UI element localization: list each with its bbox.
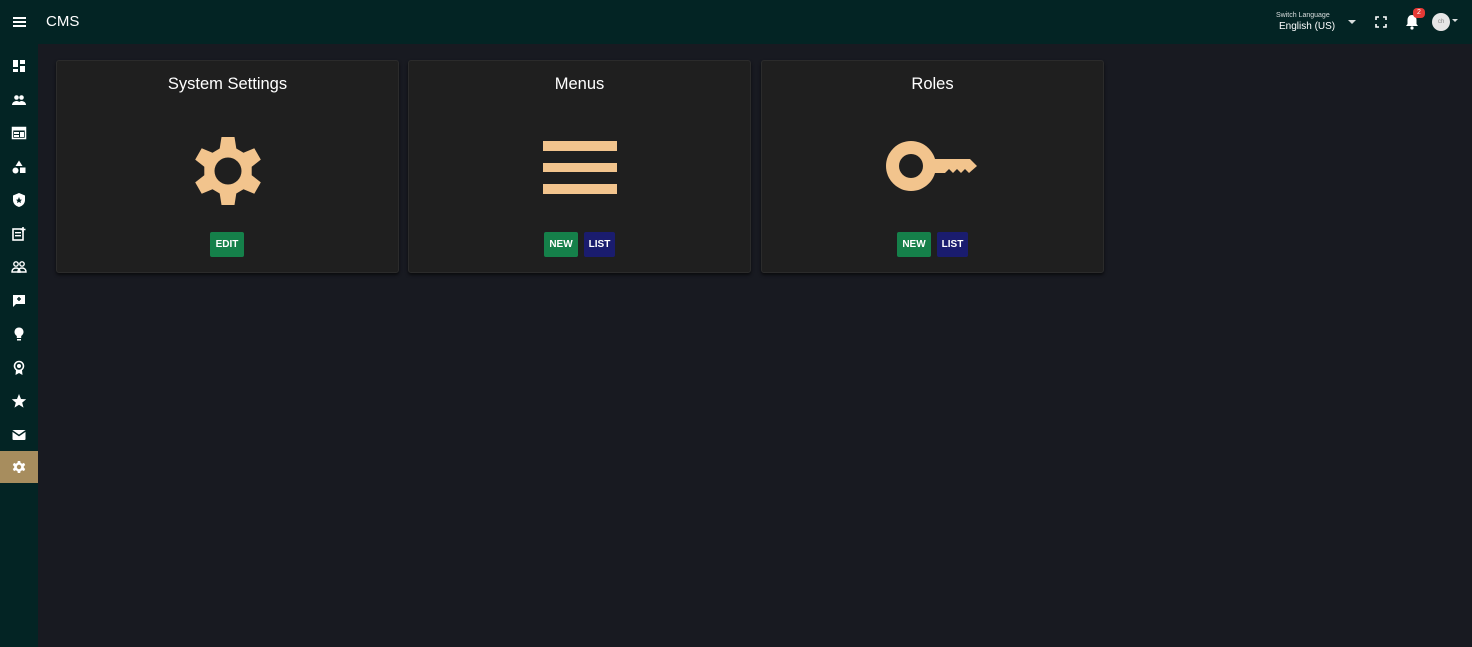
card-title: Menus (554, 75, 605, 93)
list-menus-button[interactable]: LIST (584, 232, 615, 257)
fullscreen-icon[interactable] (1371, 12, 1391, 32)
card-title: System Settings (167, 75, 288, 93)
hamburger-menu-icon[interactable] (10, 11, 30, 33)
chevron-down-icon (1348, 20, 1356, 24)
new-menu-button[interactable]: NEW (544, 232, 578, 257)
gear-icon (12, 461, 26, 473)
award-icon (13, 360, 25, 375)
lightbulb-icon (14, 327, 24, 341)
app-title: CMS (46, 13, 80, 30)
sidebar-item-mail[interactable] (0, 419, 38, 451)
feedback-icon (13, 295, 25, 307)
language-switcher-value: English (US) (1279, 21, 1336, 32)
menus-card: Menus NEW LIST (408, 60, 751, 273)
sidebar-item-web[interactable] (0, 117, 38, 149)
shield-icon (13, 193, 25, 207)
roles-card: Roles NEW LIST (761, 60, 1104, 273)
system-settings-card: System Settings EDIT (56, 60, 399, 273)
top-app-bar: CMS Switch Language English (US) 2 ch (0, 0, 1472, 44)
language-switcher-label: Switch Language (1276, 12, 1330, 19)
dashboard-icon (13, 60, 25, 72)
key-icon (885, 141, 977, 191)
sidebar-item-favorites[interactable] (0, 385, 38, 417)
new-role-button[interactable]: NEW (897, 232, 931, 257)
people-icon (12, 95, 26, 105)
card-title: Roles (911, 75, 954, 93)
sidebar-item-feedback[interactable] (0, 285, 38, 317)
web-layout-icon (11, 126, 27, 140)
sidebar-item-dashboard[interactable] (0, 50, 38, 82)
group-icon (11, 261, 27, 273)
mail-icon (12, 430, 26, 440)
chevron-down-icon[interactable] (1452, 18, 1458, 23)
sidebar-item-categories[interactable] (0, 151, 38, 183)
menu-lines-icon (542, 141, 617, 194)
sidebar-item-users[interactable] (0, 84, 38, 116)
sidebar-item-security[interactable] (0, 184, 38, 216)
sidebar-item-groups[interactable] (0, 251, 38, 283)
sidebar-item-tips[interactable] (0, 318, 38, 350)
sidebar-item-settings[interactable] (0, 451, 38, 483)
post-add-icon (12, 227, 26, 241)
gear-icon (194, 137, 261, 205)
language-switcher[interactable]: Switch Language English (US) (1266, 11, 1358, 35)
shapes-icon (12, 160, 26, 174)
sidebar (0, 44, 38, 647)
sidebar-item-posts[interactable] (0, 218, 38, 250)
sidebar-item-awards[interactable] (0, 352, 38, 384)
list-roles-button[interactable]: LIST (937, 232, 968, 257)
star-icon (11, 394, 27, 408)
notification-badge: 2 (1413, 8, 1425, 18)
avatar[interactable]: ch (1432, 13, 1450, 31)
edit-button[interactable]: EDIT (210, 232, 244, 257)
